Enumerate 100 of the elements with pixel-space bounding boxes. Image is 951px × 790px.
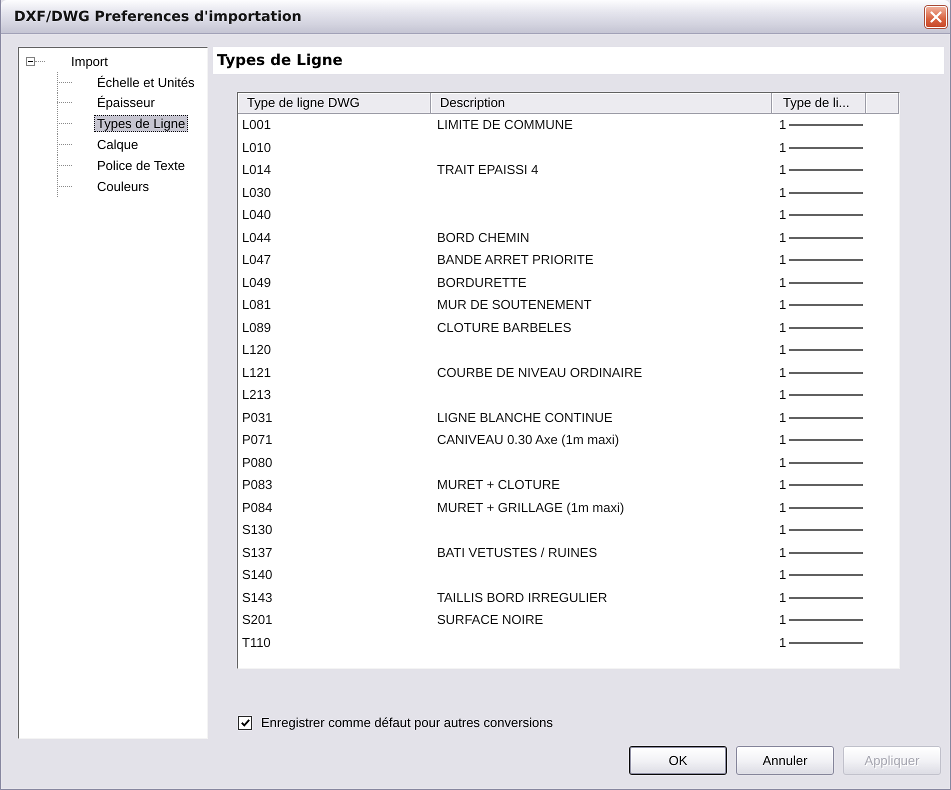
table-cell: 1 [779,454,786,471]
tree-item[interactable]: Types de Ligne [94,115,188,132]
table-cell: 1 [779,477,786,494]
dialog-button[interactable]: Annuler [736,746,834,775]
solid-line-icon [789,484,864,486]
solid-line-icon [789,304,864,306]
solid-line-icon [789,416,864,419]
solid-line-icon [789,394,864,396]
table-cell-text: P084 [241,500,274,516]
table-cell: 1 [779,634,786,651]
table-cell-text: L010 [241,140,272,156]
solid-line-icon [789,439,864,442]
close-icon [930,10,942,22]
table-cell-text: L213 [241,387,272,404]
solid-line-icon [789,506,864,509]
solid-line-icon [789,349,864,352]
solid-line-icon [789,574,864,576]
close-button[interactable] [925,6,947,28]
table-cell: 1 [779,320,786,336]
tree-item[interactable]: Calque [94,136,142,154]
column-header[interactable]: Type de li... [772,93,866,114]
table-cell-text: L014 [241,162,272,178]
table-cell-text: T110 [241,634,272,651]
tree-item[interactable]: Échelle et Unités [94,74,198,91]
solid-line-icon [789,462,864,464]
table-cell-text: S137 [241,544,274,561]
table-cell-text: L089 [241,320,272,336]
column-header[interactable]: Description [431,93,772,114]
table-cell: 1 [779,500,786,516]
solid-line-icon [789,236,864,239]
table-cell-text: P083 [241,477,274,494]
table-cell: 1 [779,544,786,561]
checkbox[interactable] [238,716,252,730]
table-cell-text: TAILLIS BORD IRREGULIER [436,590,608,606]
table-cell-text: BORD CHEMIN [436,230,530,246]
table-cell-text: L081 [241,297,272,314]
tree-item[interactable]: Police de Texte [94,156,188,174]
panel-title: Types de Ligne [213,47,944,74]
tree-item[interactable]: Épaisseur [94,94,158,112]
table-cell-text: MUR DE SOUTENEMENT [436,297,593,314]
tree-item[interactable]: Import [68,52,111,70]
header-filler [866,93,899,114]
table-cell-text: CANIVEAU 0.30 Axe (1m maxi) [436,432,620,448]
checkbox-label[interactable]: Enregistrer comme défaut pour autres conversions [261,715,553,730]
solid-line-icon [789,326,864,329]
table-cell-text: L047 [241,252,272,268]
table-cell: 1 [779,342,786,358]
window-title: DXF/DWG Preferences d'importation [14,8,302,24]
table-cell: 1 [779,230,786,246]
table-cell-text: P071 [241,432,274,448]
table-cell: 1 [779,432,786,448]
table-cell-text: MURET + GRILLAGE (1m maxi) [436,500,626,516]
table-cell: 1 [779,184,786,201]
solid-line-icon [789,642,864,644]
table-cell-text: SURFACE NOIRE [436,612,544,628]
table-cell-text: BANDE ARRET PRIORITE [436,252,595,268]
table-cell-text: S201 [241,612,274,628]
solid-line-icon [789,552,864,554]
solid-line-icon [789,529,864,532]
solid-line-icon [789,169,864,172]
table-cell: 1 [779,567,786,584]
table-cell-text: L001 [241,117,272,134]
table-cell-text: S140 [241,567,274,584]
table-cell-text: L049 [241,274,272,291]
table-cell: 1 [779,117,786,134]
solid-line-icon [789,619,864,622]
table-cell-text: CLOTURE BARBELES [436,320,572,336]
table-cell: 1 [779,162,786,178]
table-cell: 1 [779,297,786,314]
solid-line-icon [789,124,864,126]
table-cell: 1 [779,410,786,426]
solid-line-icon [789,192,864,194]
table-cell-text: P031 [241,410,274,426]
table-cell-text: L044 [241,230,272,246]
solid-line-icon [789,282,864,284]
table-cell: 1 [779,252,786,268]
table-cell-text: LIGNE BLANCHE CONTINUE [436,410,614,426]
solid-line-icon [789,214,864,216]
table-cell: 1 [779,522,786,538]
table-cell-text: S130 [241,522,274,538]
checkmark-icon [240,718,250,726]
table-cell-text: P080 [241,454,274,471]
table-cell-text: LIMITE DE COMMUNE [436,117,574,134]
table-cell-text: TRAIT EPAISSI 4 [436,162,540,178]
table-cell-text: L040 [241,207,272,224]
table-cell: 1 [779,274,786,291]
collapse-icon[interactable] [26,56,35,66]
table-cell: 1 [779,207,786,224]
table-cell: 1 [779,612,786,628]
solid-line-icon [789,259,864,262]
table-cell-text: COURBE DE NIVEAU ORDINAIRE [436,364,644,381]
column-header[interactable]: Type de ligne DWG [238,93,431,114]
table-cell-text: BORDURETTE [436,274,528,291]
table-cell: 1 [779,590,786,606]
dialog-button[interactable]: OK [629,746,727,775]
tree-item[interactable]: Couleurs [94,178,152,195]
table-cell: 1 [779,387,786,404]
table-cell-text: BATI VETUSTES / RUINES [436,544,598,561]
table-cell: 1 [779,140,786,156]
table-cell-text: MURET + CLOTURE [436,477,561,494]
